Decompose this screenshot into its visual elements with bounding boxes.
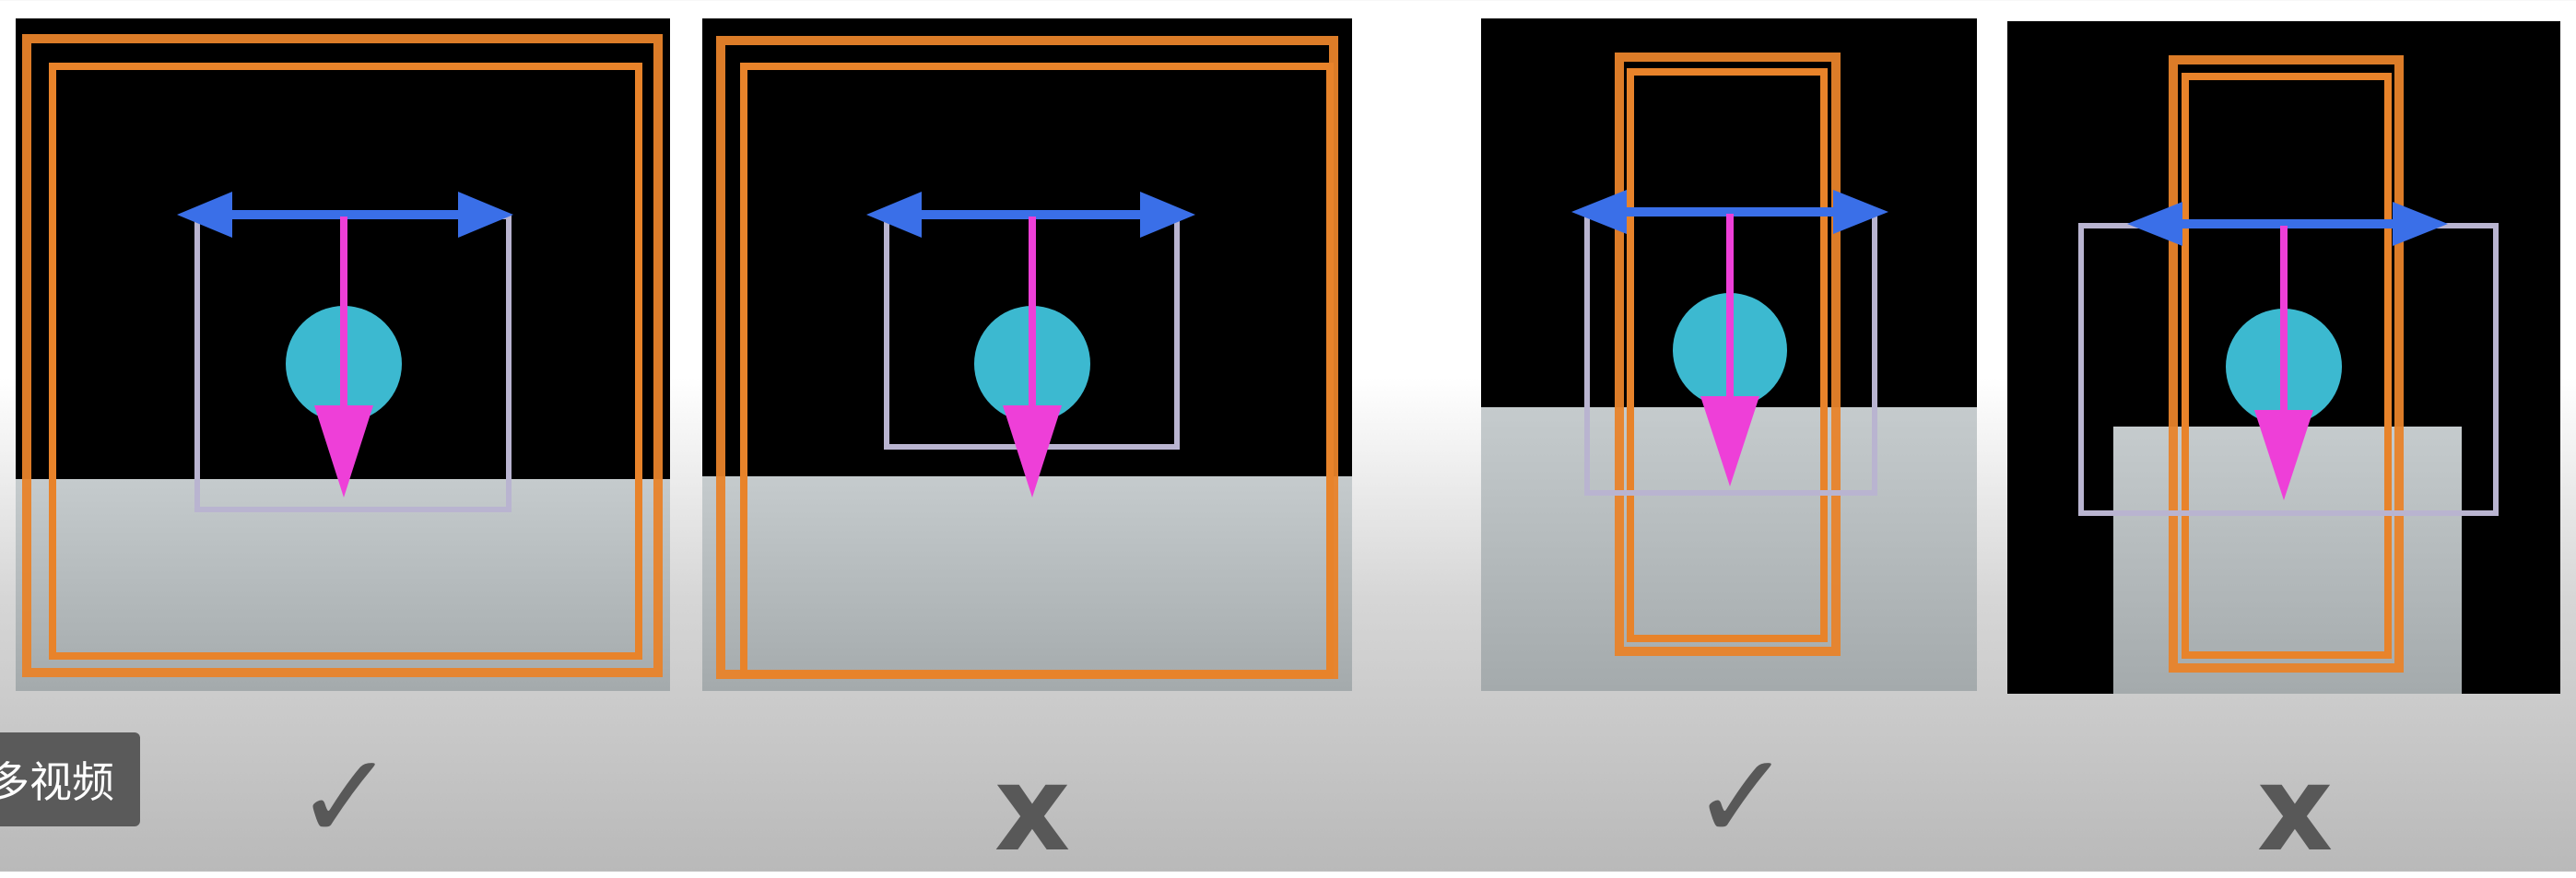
verdict-mark-4: x: [2256, 741, 2334, 878]
scene-3-svg: [1571, 53, 1888, 656]
right-arrow-head: [1833, 190, 1888, 234]
more-videos-label: 多视频: [0, 757, 114, 807]
more-videos-button[interactable]: 多视频: [0, 732, 140, 826]
panel-3-viewport: [1481, 18, 1977, 691]
panel-4-viewport: [2007, 21, 2560, 694]
right-arrow-head: [1140, 192, 1195, 238]
scene-2-svg: [716, 36, 1338, 679]
verdict-mark-3: ✓: [1691, 727, 1792, 867]
scene-1-svg: [22, 34, 663, 677]
left-arrow-head: [866, 192, 922, 238]
gravity-arrow-head: [314, 405, 373, 498]
gravity-arrow-head: [2254, 410, 2313, 500]
right-arrow-head: [458, 192, 513, 238]
left-arrow-head: [1571, 190, 1627, 234]
verdict-mark-2: x: [994, 741, 1071, 878]
panel-2-viewport: [702, 18, 1352, 691]
right-arrow-head: [2393, 202, 2448, 246]
panel-1-viewport: [16, 18, 670, 691]
scene-4-svg: [2078, 55, 2499, 673]
verdict-mark-1: ✓: [295, 727, 395, 867]
gravity-arrow-head: [1700, 396, 1759, 486]
left-arrow-head: [177, 192, 232, 238]
left-arrow-head: [2127, 202, 2182, 246]
gravity-arrow-head: [1003, 405, 1062, 498]
